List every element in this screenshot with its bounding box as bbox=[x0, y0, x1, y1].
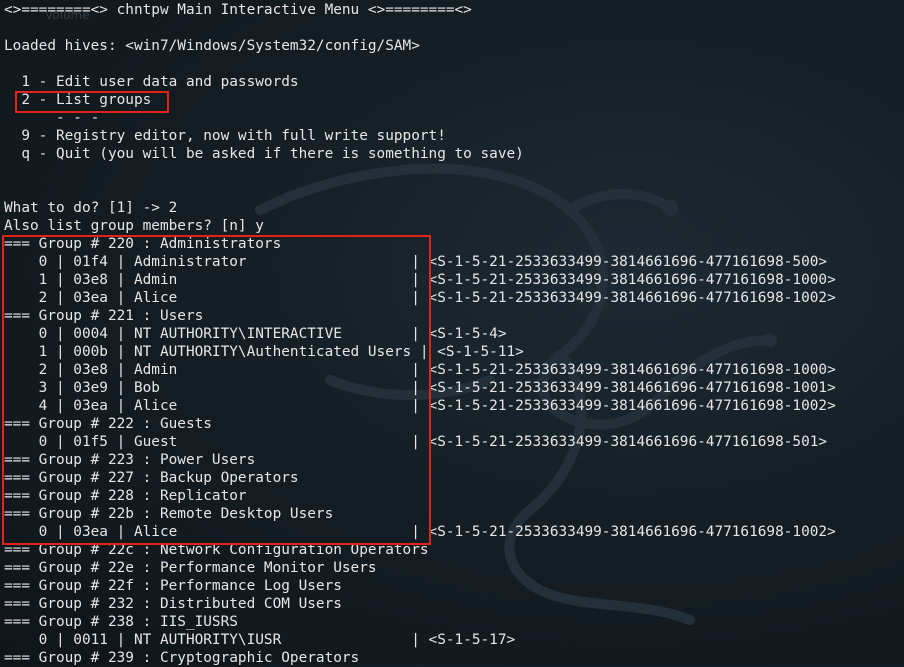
terminal-output[interactable]: <>========<> chntpw Main Interactive Men… bbox=[4, 0, 900, 666]
group-header: === Group # 228 : Replicator bbox=[4, 488, 247, 504]
group-header: === Group # 22c : Network Configuration … bbox=[4, 542, 429, 558]
group-member-row: 1 | 000b | NT AUTHORITY\Authenticated Us… bbox=[4, 344, 524, 360]
group-header: === Group # 232 : Distributed COM Users bbox=[4, 596, 342, 612]
group-header: === Group # 227 : Backup Operators bbox=[4, 470, 299, 486]
menu-item-quit: q - Quit (you will be asked if there is … bbox=[4, 146, 524, 162]
group-member-row: 0 | 01f5 | Guest | <S-1-5-21-2533633499-… bbox=[4, 434, 828, 450]
group-header: === Group # 221 : Users bbox=[4, 308, 204, 324]
menu-item-registry-editor: 9 - Registry editor, now with full write… bbox=[4, 128, 446, 144]
group-member-row: 3 | 03e9 | Bob | <S-1-5-21-2533633499-38… bbox=[4, 380, 836, 396]
members-prompt: Also list group members? [n] y bbox=[4, 218, 264, 234]
menu-item-edit-user: 1 - Edit user data and passwords bbox=[4, 74, 299, 90]
group-member-row: 1 | 03e8 | Admin | <S-1-5-21-2533633499-… bbox=[4, 272, 836, 288]
group-header: === Group # 22e : Performance Monitor Us… bbox=[4, 560, 377, 576]
group-header: === Group # 220 : Administrators bbox=[4, 236, 282, 252]
menu-title: <>========<> chntpw Main Interactive Men… bbox=[4, 2, 472, 18]
group-header: === Group # 238 : IIS_IUSRS bbox=[4, 614, 238, 630]
group-header: === Group # 22f : Performance Log Users bbox=[4, 578, 342, 594]
group-member-row: 0 | 01f4 | Administrator | <S-1-5-21-253… bbox=[4, 254, 828, 270]
group-header: === Group # 22b : Remote Desktop Users bbox=[4, 506, 334, 522]
group-member-row: 2 | 03ea | Alice | <S-1-5-21-2533633499-… bbox=[4, 290, 836, 306]
loaded-hives: Loaded hives: <win7/Windows/System32/con… bbox=[4, 38, 420, 54]
command-prompt: What to do? [1] -> 2 bbox=[4, 200, 178, 216]
group-member-row: 2 | 03e8 | Admin | <S-1-5-21-2533633499-… bbox=[4, 362, 836, 378]
menu-item-list-groups: 2 - List groups bbox=[4, 92, 152, 108]
group-header: === Group # 223 : Power Users bbox=[4, 452, 256, 468]
group-member-row: 0 | 03ea | Alice | <S-1-5-21-2533633499-… bbox=[4, 524, 836, 540]
group-header: === Group # 239 : Cryptographic Operator… bbox=[4, 650, 360, 666]
group-member-row: 4 | 03ea | Alice | <S-1-5-21-2533633499-… bbox=[4, 398, 836, 414]
group-header: === Group # 222 : Guests bbox=[4, 416, 212, 432]
group-member-row: 0 | 0004 | NT AUTHORITY\INTERACTIVE | <S… bbox=[4, 326, 507, 342]
menu-separator: - - - bbox=[4, 110, 100, 126]
group-member-row: 0 | 0011 | NT AUTHORITY\IUSR | <S-1-5-17… bbox=[4, 632, 516, 648]
